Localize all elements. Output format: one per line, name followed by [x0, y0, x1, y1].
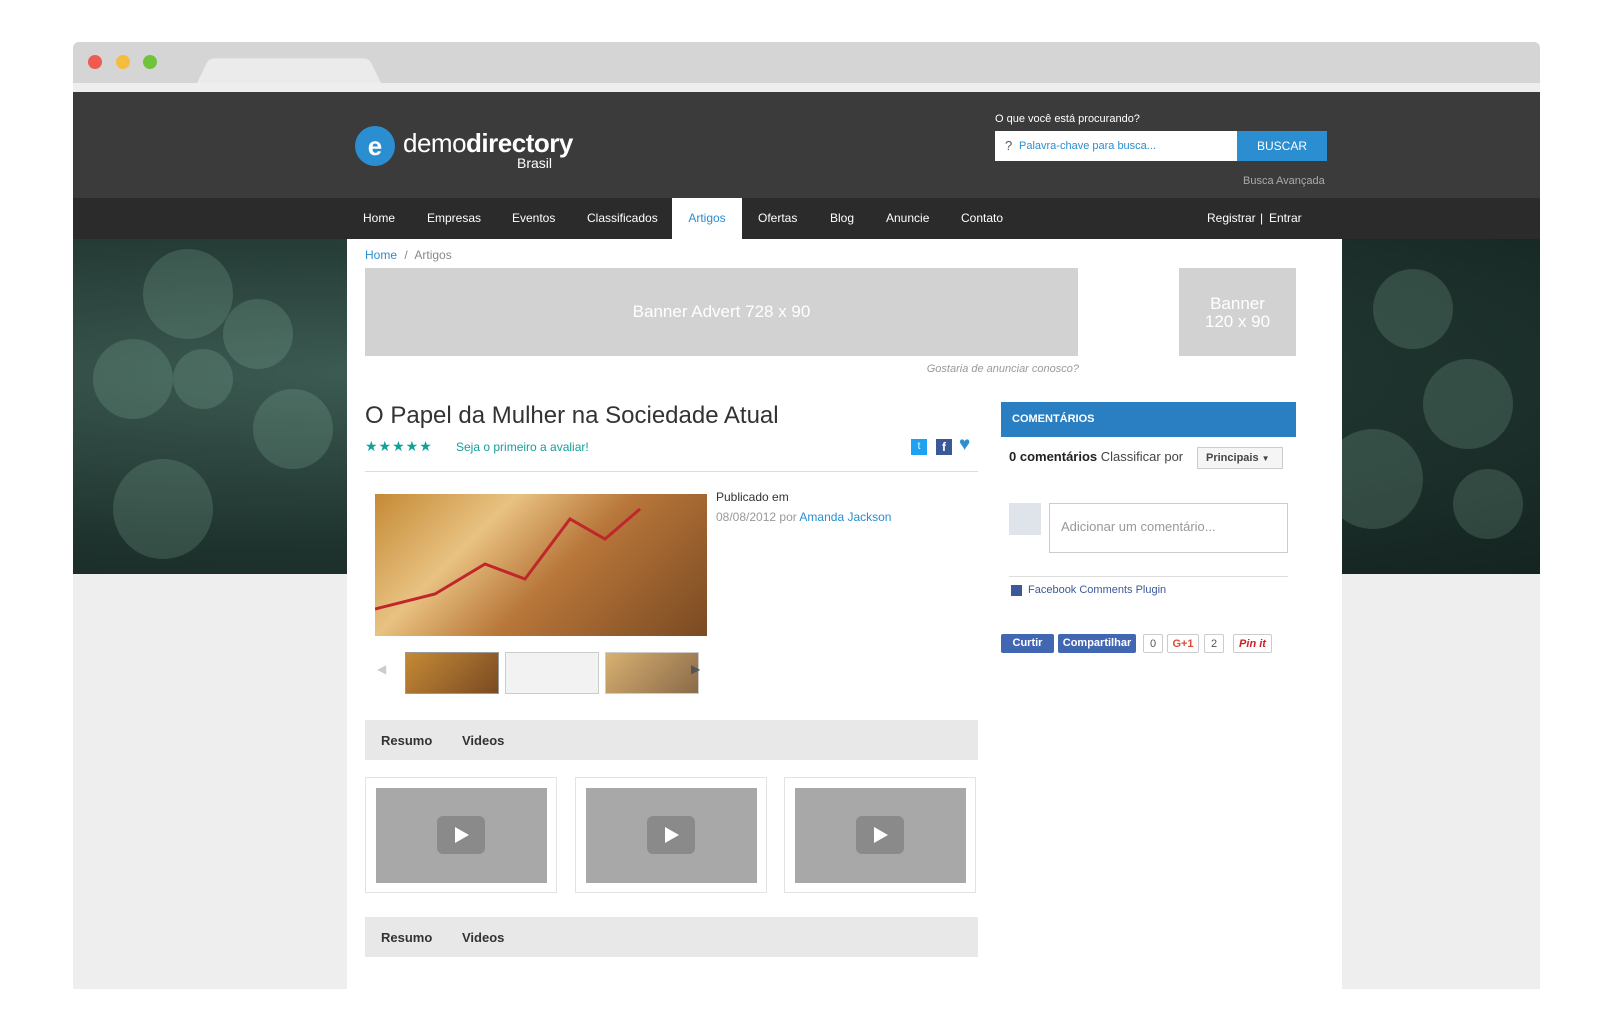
tabs-bar-2: Resumo Videos: [365, 917, 978, 957]
published-label: Publicado em: [716, 490, 789, 504]
thumbnail-2[interactable]: [505, 652, 599, 694]
breadcrumb-current: Artigos: [414, 248, 452, 262]
browser-window: e demodirectory Brasil O que você está p…: [73, 42, 1540, 989]
thumbnail-3[interactable]: [605, 652, 699, 694]
browser-tab[interactable]: [197, 58, 381, 83]
thumbnail-1[interactable]: [405, 652, 499, 694]
comment-input[interactable]: Adicionar um comentário...: [1049, 503, 1288, 553]
facebook-plugin-link[interactable]: Facebook Comments Plugin: [1028, 584, 1166, 596]
breadcrumb: Home / Artigos: [365, 248, 452, 262]
facebook-like-button[interactable]: Curtir: [1001, 634, 1054, 653]
minimize-dot[interactable]: [116, 55, 130, 69]
tab-resumo[interactable]: Resumo: [381, 930, 432, 945]
nav-artigos[interactable]: Artigos: [672, 198, 742, 239]
pinterest-button[interactable]: Pin it: [1233, 634, 1272, 653]
main-nav: [73, 198, 1540, 239]
facebook-share-button[interactable]: Compartilhar: [1058, 634, 1136, 653]
twitter-icon[interactable]: t: [911, 439, 927, 455]
comment-count-value: 0 comentários: [1009, 449, 1098, 464]
nav-empresas[interactable]: Empresas: [419, 198, 489, 239]
rate-link[interactable]: Seja o primeiro a avaliar!: [456, 440, 589, 454]
play-icon[interactable]: [437, 816, 485, 854]
search-input[interactable]: [1019, 131, 1229, 161]
breadcrumb-home[interactable]: Home: [365, 248, 397, 262]
breadcrumb-sep: /: [404, 248, 408, 262]
register-link[interactable]: Registrar: [1207, 198, 1256, 239]
nav-classificados[interactable]: Classificados: [579, 198, 666, 239]
chevron-down-icon: ▼: [1261, 454, 1270, 463]
video-thumbnail: [795, 788, 966, 883]
facebook-small-icon: [1011, 585, 1022, 596]
avatar: [1009, 503, 1041, 535]
nav-home[interactable]: Home: [355, 198, 403, 239]
video-card[interactable]: [784, 777, 976, 893]
tab-resumo[interactable]: Resumo: [381, 733, 432, 748]
banner-small-line1: Banner: [1210, 294, 1265, 313]
advertise-link[interactable]: Gostaria de anunciar conosco?: [833, 363, 1079, 375]
banner-120x90[interactable]: Banner 120 x 90: [1179, 268, 1296, 356]
author-link[interactable]: Amanda Jackson: [799, 510, 891, 524]
help-icon: ?: [1005, 138, 1013, 153]
logo-icon[interactable]: e: [355, 126, 395, 166]
chart-line-graphic: [375, 507, 641, 611]
google-plus-count: 2: [1204, 634, 1224, 653]
close-dot[interactable]: [88, 55, 102, 69]
video-card[interactable]: [575, 777, 767, 893]
zoom-dot[interactable]: [143, 55, 157, 69]
nav-blog[interactable]: Blog: [822, 198, 862, 239]
published-by: por: [779, 510, 797, 524]
banner-small-line2: 120 x 90: [1204, 312, 1271, 331]
article-title: O Papel da Mulher na Sociedade Atual: [365, 402, 779, 429]
sort-label: Classificar por: [1100, 449, 1184, 464]
article-main-image[interactable]: [375, 494, 707, 636]
nav-eventos[interactable]: Eventos: [504, 198, 563, 239]
tabs-bar-1: Resumo Videos: [365, 720, 978, 760]
login-link[interactable]: Entrar: [1269, 198, 1302, 239]
nav-contato[interactable]: Contato: [953, 198, 1011, 239]
banner-728x90[interactable]: Banner Advert 728 x 90: [365, 268, 1078, 356]
comment-count: 0 comentários Classificar por: [1009, 449, 1183, 464]
tab-videos[interactable]: Videos: [462, 930, 504, 945]
title-divider: [365, 471, 978, 472]
nav-separator: |: [1260, 211, 1264, 225]
published-info: 08/08/2012 por Amanda Jackson: [716, 510, 891, 524]
sort-select[interactable]: Principais ▼: [1197, 447, 1283, 469]
carousel-prev-icon[interactable]: ◀: [377, 662, 386, 676]
google-plus-button[interactable]: G+1: [1167, 634, 1199, 653]
search-label: O que você está procurando?: [995, 113, 1140, 125]
facebook-icon[interactable]: f: [936, 439, 952, 455]
comments-header: COMENTÁRIOS: [1001, 402, 1296, 437]
published-date: 08/08/2012: [716, 510, 777, 524]
play-icon[interactable]: [856, 816, 904, 854]
video-card[interactable]: [365, 777, 557, 893]
tab-videos[interactable]: Videos: [462, 733, 504, 748]
carousel-next-icon[interactable]: ▶: [691, 662, 700, 676]
share-count: 0: [1143, 634, 1163, 653]
advanced-search-link[interactable]: Busca Avançada: [1243, 175, 1325, 187]
search-box: ?: [995, 131, 1237, 161]
comments-divider: [1009, 576, 1288, 577]
search-button[interactable]: BUSCAR: [1237, 131, 1327, 161]
logo-subtitle: Brasil: [517, 155, 553, 171]
sort-value: Principais: [1206, 452, 1259, 464]
video-thumbnail: [586, 788, 757, 883]
rating-stars[interactable]: ★★★★★: [365, 438, 433, 455]
nav-ofertas[interactable]: Ofertas: [750, 198, 805, 239]
play-icon[interactable]: [647, 816, 695, 854]
video-thumbnail: [376, 788, 547, 883]
nav-anuncie[interactable]: Anuncie: [878, 198, 937, 239]
heart-icon[interactable]: ♥: [959, 434, 970, 456]
